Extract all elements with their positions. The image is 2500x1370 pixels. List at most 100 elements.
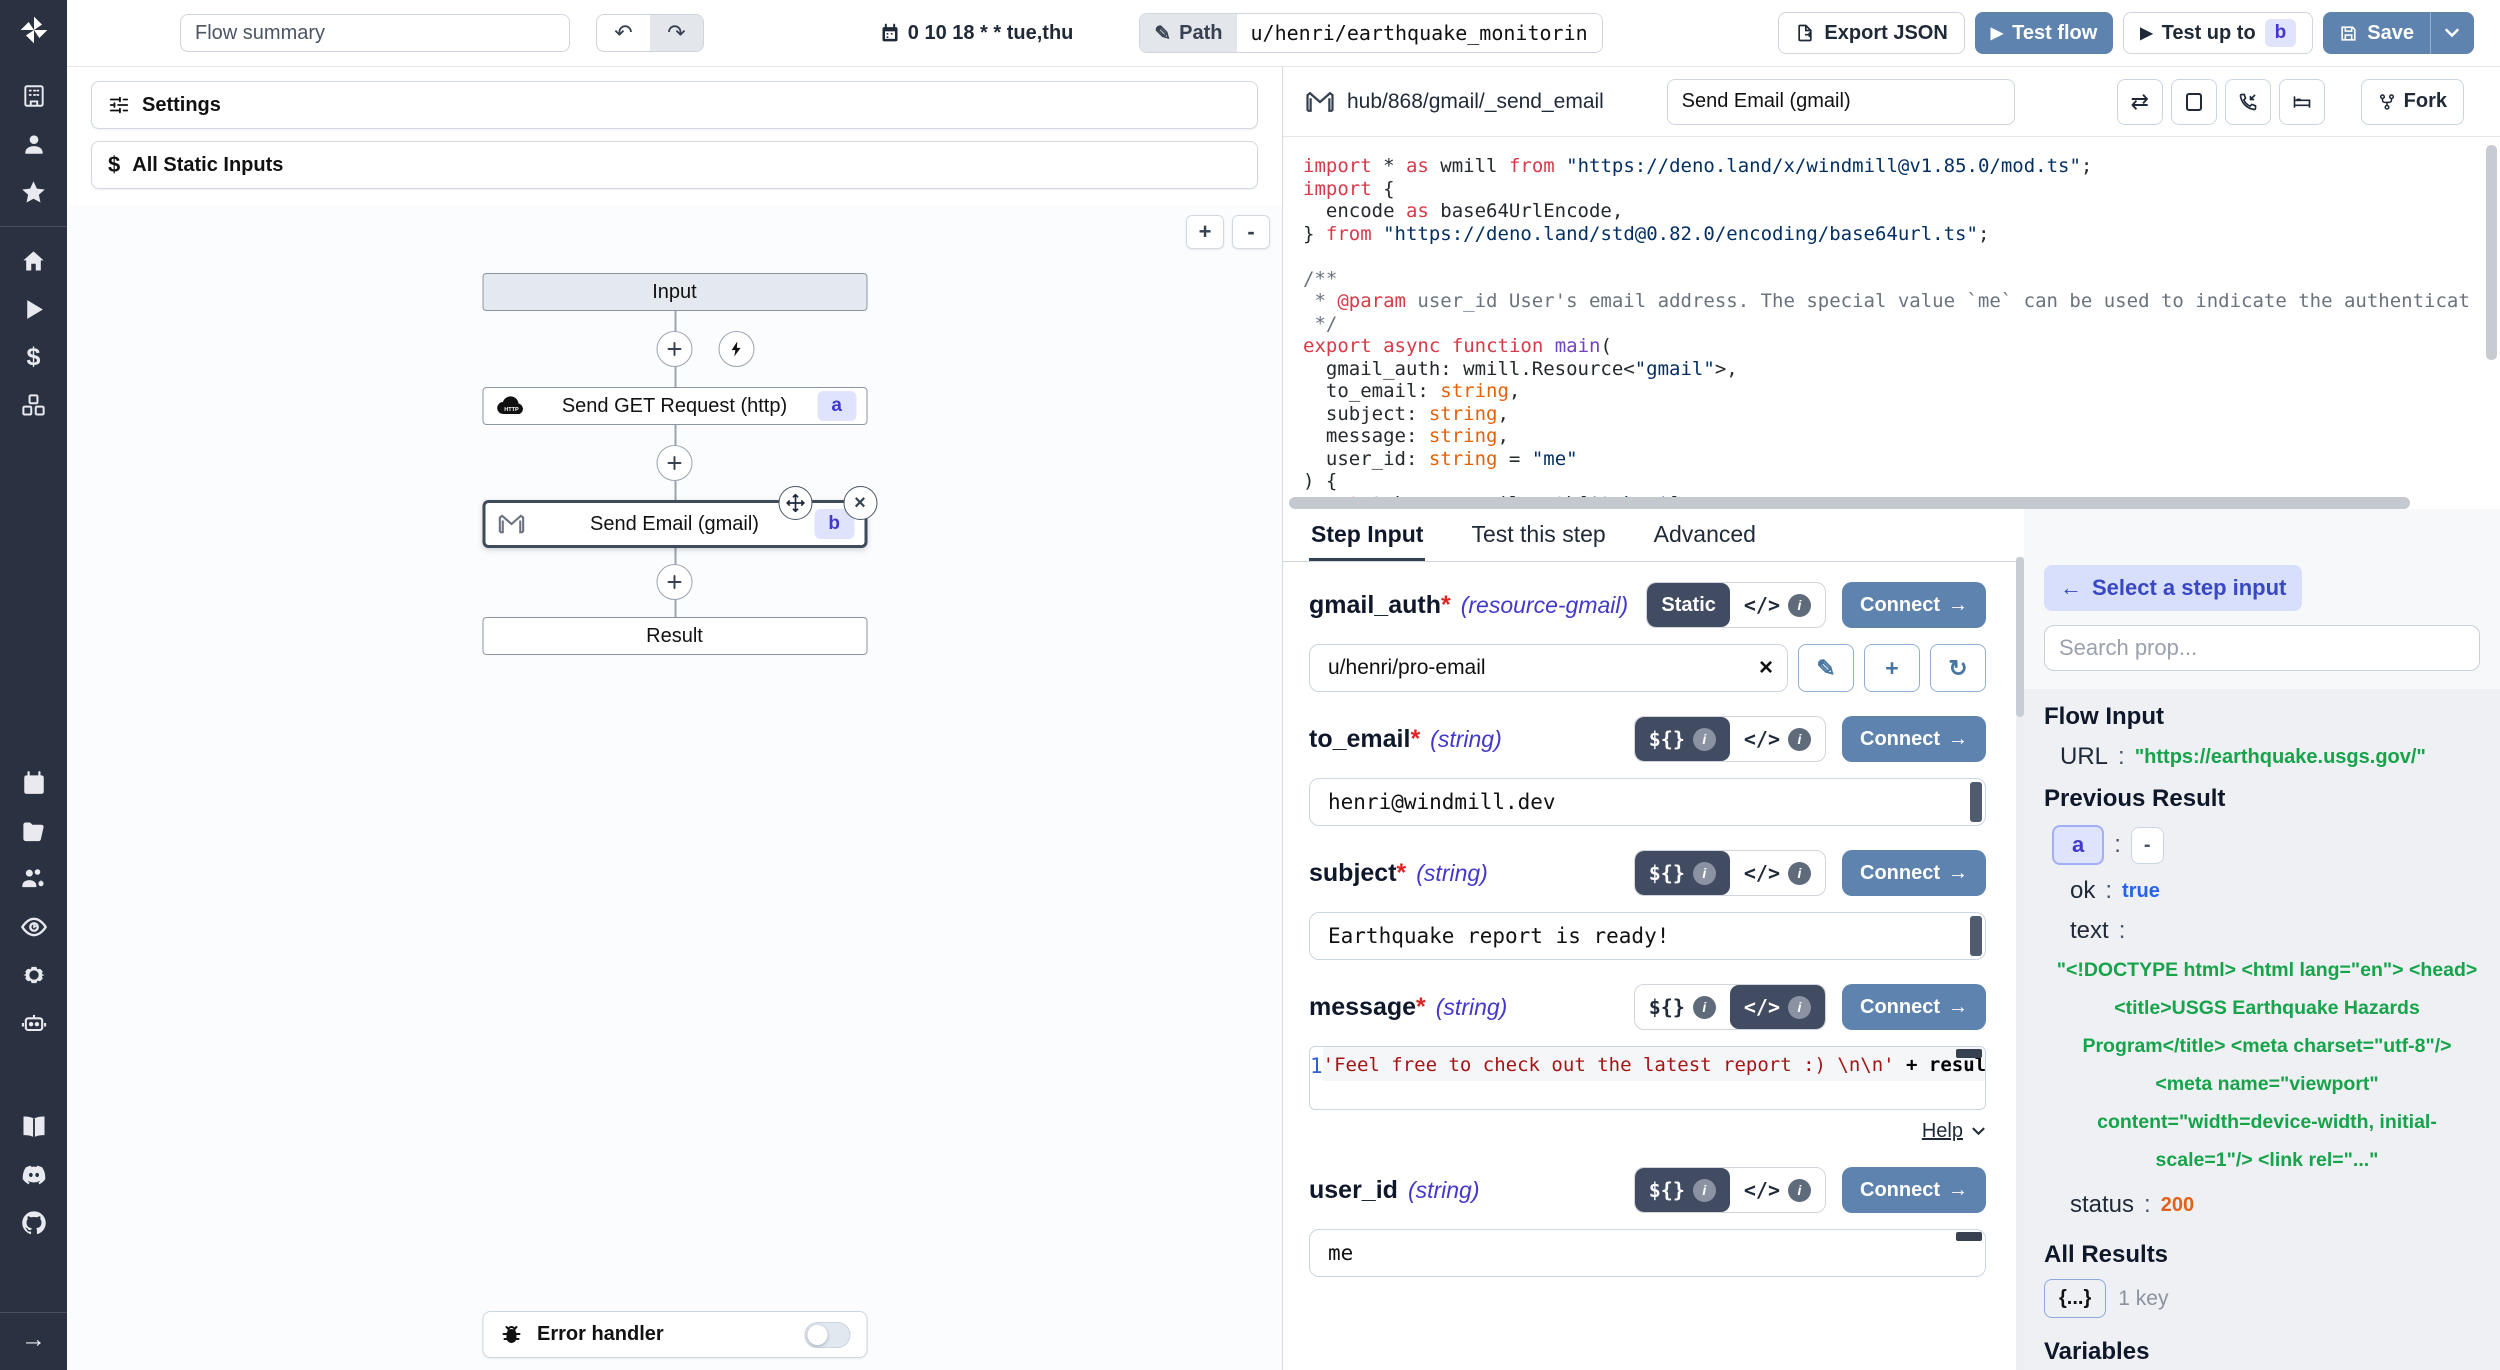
select-step-input-button[interactable]: ← Select a step input	[2044, 565, 2302, 611]
add-step-button[interactable]	[657, 445, 693, 481]
fork-button[interactable]: Fork	[2361, 79, 2464, 125]
folders-icon[interactable]	[19, 816, 49, 846]
flow-node-input[interactable]: Input	[482, 273, 867, 311]
save-dropdown-button[interactable]	[2430, 12, 2474, 54]
test-up-to-button[interactable]: ▶ Test up to b	[2123, 12, 2313, 54]
groups-gear-icon[interactable]	[19, 864, 49, 894]
test-flow-button[interactable]: ▶ Test flow	[1975, 12, 2114, 54]
mode-static-button[interactable]: Static	[1647, 583, 1729, 627]
connect-button[interactable]: Connect→	[1842, 850, 1986, 896]
settings-gear-icon[interactable]	[19, 960, 49, 990]
clear-icon[interactable]: ×	[1759, 654, 1773, 682]
sync-script-button[interactable]: ⇄	[2117, 79, 2163, 125]
help-link[interactable]: Help	[1922, 1120, 1963, 1143]
export-json-button[interactable]: Export JSON	[1778, 12, 1964, 54]
workspace-icon[interactable]	[19, 81, 49, 111]
github-icon[interactable]	[19, 1208, 49, 1238]
path-chip[interactable]: ✎ Path u/henri/earthquake_monitorin	[1139, 13, 1602, 53]
robot-icon[interactable]	[19, 1008, 49, 1038]
tab-step-input[interactable]: Step Input	[1309, 509, 1425, 561]
save-floppy-icon	[2339, 24, 2358, 43]
box-button[interactable]	[2171, 79, 2217, 125]
tab-test-this-step[interactable]: Test this step	[1469, 509, 1607, 561]
flow-summary-input[interactable]	[180, 14, 570, 52]
connect-button[interactable]: Connect→	[1842, 984, 1986, 1030]
refresh-resource-button[interactable]: ↻	[1930, 644, 1986, 692]
user-icon[interactable]	[19, 129, 49, 159]
prop-text-value[interactable]: "<!DOCTYPE html> <html lang="en"> <head>…	[2054, 951, 2480, 1179]
save-button[interactable]: Save	[2323, 12, 2430, 54]
mode-template-button[interactable]: ${}i	[1635, 1168, 1730, 1212]
error-handler-toggle[interactable]	[804, 1322, 850, 1348]
delete-step-button[interactable]: ×	[843, 486, 877, 520]
mode-code-button[interactable]: </>i	[1730, 717, 1825, 761]
edit-resource-button[interactable]: ✎	[1798, 644, 1854, 692]
windmill-logo-icon[interactable]	[18, 14, 50, 46]
flow-node-a[interactable]: HTTP Send GET Request (http) a	[482, 387, 867, 425]
prop-url-row[interactable]: URL: "https://earthquake.usgs.gov/"	[2044, 743, 2480, 771]
runs-play-icon[interactable]	[19, 294, 49, 324]
variables-dollar-icon[interactable]: $	[19, 342, 49, 372]
prop-ok-row[interactable]: ok: true	[2044, 877, 2480, 905]
prop-status-row[interactable]: status: 200	[2044, 1191, 2480, 1219]
info-icon: i	[1788, 1179, 1811, 1202]
connect-button[interactable]: Connect→	[1842, 1167, 1986, 1213]
add-step-button[interactable]	[657, 564, 693, 600]
resources-cubes-icon[interactable]	[19, 390, 49, 420]
all-static-inputs-button[interactable]: $ All Static Inputs	[91, 141, 1258, 189]
flow-settings-button[interactable]: Settings	[91, 81, 1258, 129]
result-a-badge[interactable]: a	[2052, 825, 2104, 865]
tab-advanced[interactable]: Advanced	[1652, 509, 1758, 561]
schedule-display[interactable]: 0 10 18 * * tue,thu	[880, 22, 1074, 45]
collapse-arrow-icon[interactable]: →	[21, 1327, 46, 1352]
code-line: ) {	[1303, 470, 2500, 493]
mode-template-button[interactable]: ${}i	[1635, 985, 1730, 1029]
to-email-input[interactable]	[1310, 779, 1985, 825]
all-results-object-button[interactable]: {...}	[2044, 1279, 2106, 1318]
prop-text-row[interactable]: text:	[2044, 917, 2480, 945]
flow-canvas[interactable]: + - Input	[67, 205, 1282, 1370]
message-code-editor[interactable]: 1 'Feel free to check out the latest rep…	[1309, 1046, 1986, 1110]
step-column-scrollbar[interactable]	[2016, 557, 2024, 1370]
move-step-handle[interactable]	[778, 486, 812, 520]
field-type: (string)	[1408, 1177, 1480, 1204]
schedules-calendar-icon[interactable]	[19, 768, 49, 798]
code-vertical-scrollbar[interactable]	[2486, 145, 2497, 360]
docs-book-icon[interactable]	[19, 1112, 49, 1142]
zoom-in-button[interactable]: +	[1186, 215, 1224, 249]
discord-icon[interactable]	[19, 1160, 49, 1190]
mode-code-button[interactable]: </>i	[1730, 851, 1825, 895]
input-scrollbar[interactable]	[1970, 916, 1982, 956]
zoom-out-button[interactable]: -	[1232, 215, 1270, 249]
bed-button[interactable]	[2279, 79, 2325, 125]
to-email-input-wrap	[1309, 778, 1986, 826]
resource-input[interactable]: u/henri/pro-email ×	[1309, 644, 1788, 692]
mode-code-button[interactable]: </>i	[1730, 583, 1825, 627]
mode-code-button[interactable]: </>i	[1730, 985, 1825, 1029]
undo-button[interactable]: ↶	[597, 15, 650, 51]
code-horizontal-scrollbar[interactable]	[1289, 497, 2410, 509]
audit-eye-icon[interactable]	[19, 912, 49, 942]
favorites-star-icon[interactable]	[19, 177, 49, 207]
subject-input[interactable]	[1310, 913, 1985, 959]
trigger-bolt-button[interactable]	[719, 331, 755, 367]
input-scrollbar[interactable]	[1970, 782, 1982, 822]
add-resource-button[interactable]: +	[1864, 644, 1920, 692]
connect-button[interactable]: Connect→	[1842, 582, 1986, 628]
step-summary-input[interactable]	[1667, 79, 2015, 125]
home-icon[interactable]	[19, 246, 49, 276]
mode-template-button[interactable]: ${}i	[1635, 851, 1730, 895]
flow-node-result[interactable]: Result	[482, 617, 867, 655]
search-prop-input[interactable]	[2044, 625, 2480, 671]
error-handler-box[interactable]: Error handler	[482, 1311, 867, 1358]
flow-node-b-selected[interactable]: Send Email (gmail) b ×	[482, 500, 867, 548]
code-editor[interactable]: import * as wmill from "https://deno.lan…	[1283, 137, 2500, 497]
collapse-button[interactable]: -	[2131, 827, 2164, 864]
redo-button[interactable]: ↷	[650, 15, 703, 51]
mode-code-button[interactable]: </>i	[1730, 1168, 1825, 1212]
mode-template-button[interactable]: ${}i	[1635, 717, 1730, 761]
user-id-input[interactable]	[1310, 1230, 1985, 1276]
connect-button[interactable]: Connect→	[1842, 716, 1986, 762]
add-step-button[interactable]	[657, 331, 693, 367]
phone-incoming-button[interactable]	[2225, 79, 2271, 125]
